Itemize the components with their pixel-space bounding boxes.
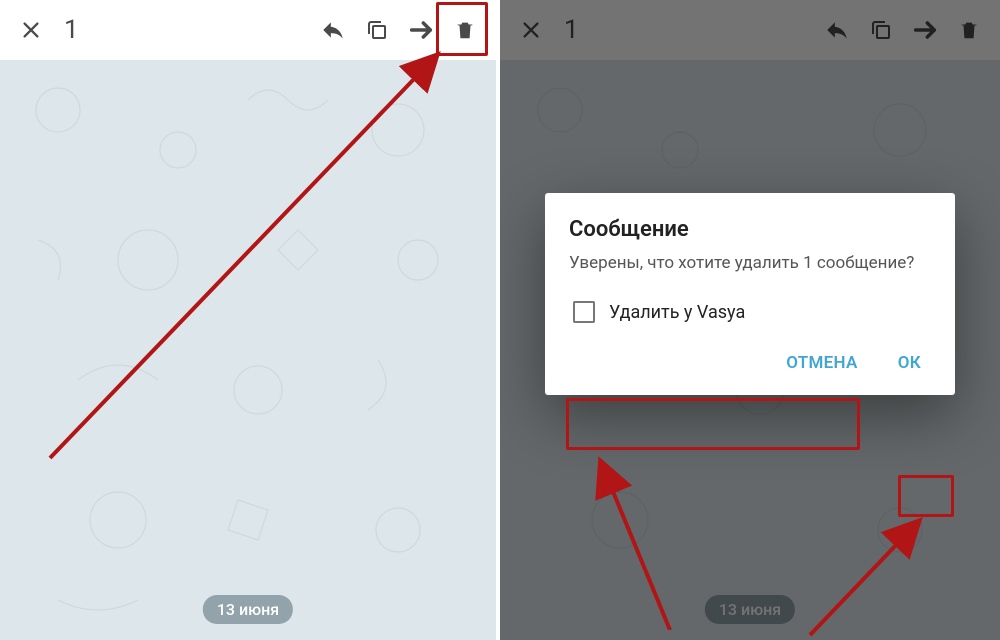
close-icon[interactable] (14, 13, 48, 47)
date-separator: 13 июня (203, 595, 293, 624)
checkbox-label: Удалить у Vasya (609, 302, 745, 323)
screenshot-step-1: 1 (0, 0, 498, 640)
selection-toolbar: 1 (0, 0, 496, 60)
screenshot-step-2: 1 13 июня Сообщение Уверены, что хотите … (500, 0, 1000, 640)
dialog-body: Уверены, что хотите удалить 1 сообщение? (569, 252, 931, 275)
dialog-actions: ОТМЕНА ОК (569, 345, 931, 381)
cancel-button[interactable]: ОТМЕНА (776, 345, 868, 381)
ok-button[interactable]: ОК (888, 345, 931, 381)
forward-icon[interactable] (404, 13, 438, 47)
delete-confirm-dialog: Сообщение Уверены, что хотите удалить 1 … (545, 193, 955, 395)
delete-icon[interactable] (448, 13, 482, 47)
delete-for-both-row[interactable]: Удалить у Vasya (569, 293, 931, 331)
chat-background: 13 июня (0, 60, 496, 640)
checkbox-icon[interactable] (573, 301, 595, 323)
dialog-title: Сообщение (569, 217, 931, 242)
selection-count: 1 (64, 15, 79, 45)
reply-icon[interactable] (316, 13, 350, 47)
copy-icon[interactable] (360, 13, 394, 47)
